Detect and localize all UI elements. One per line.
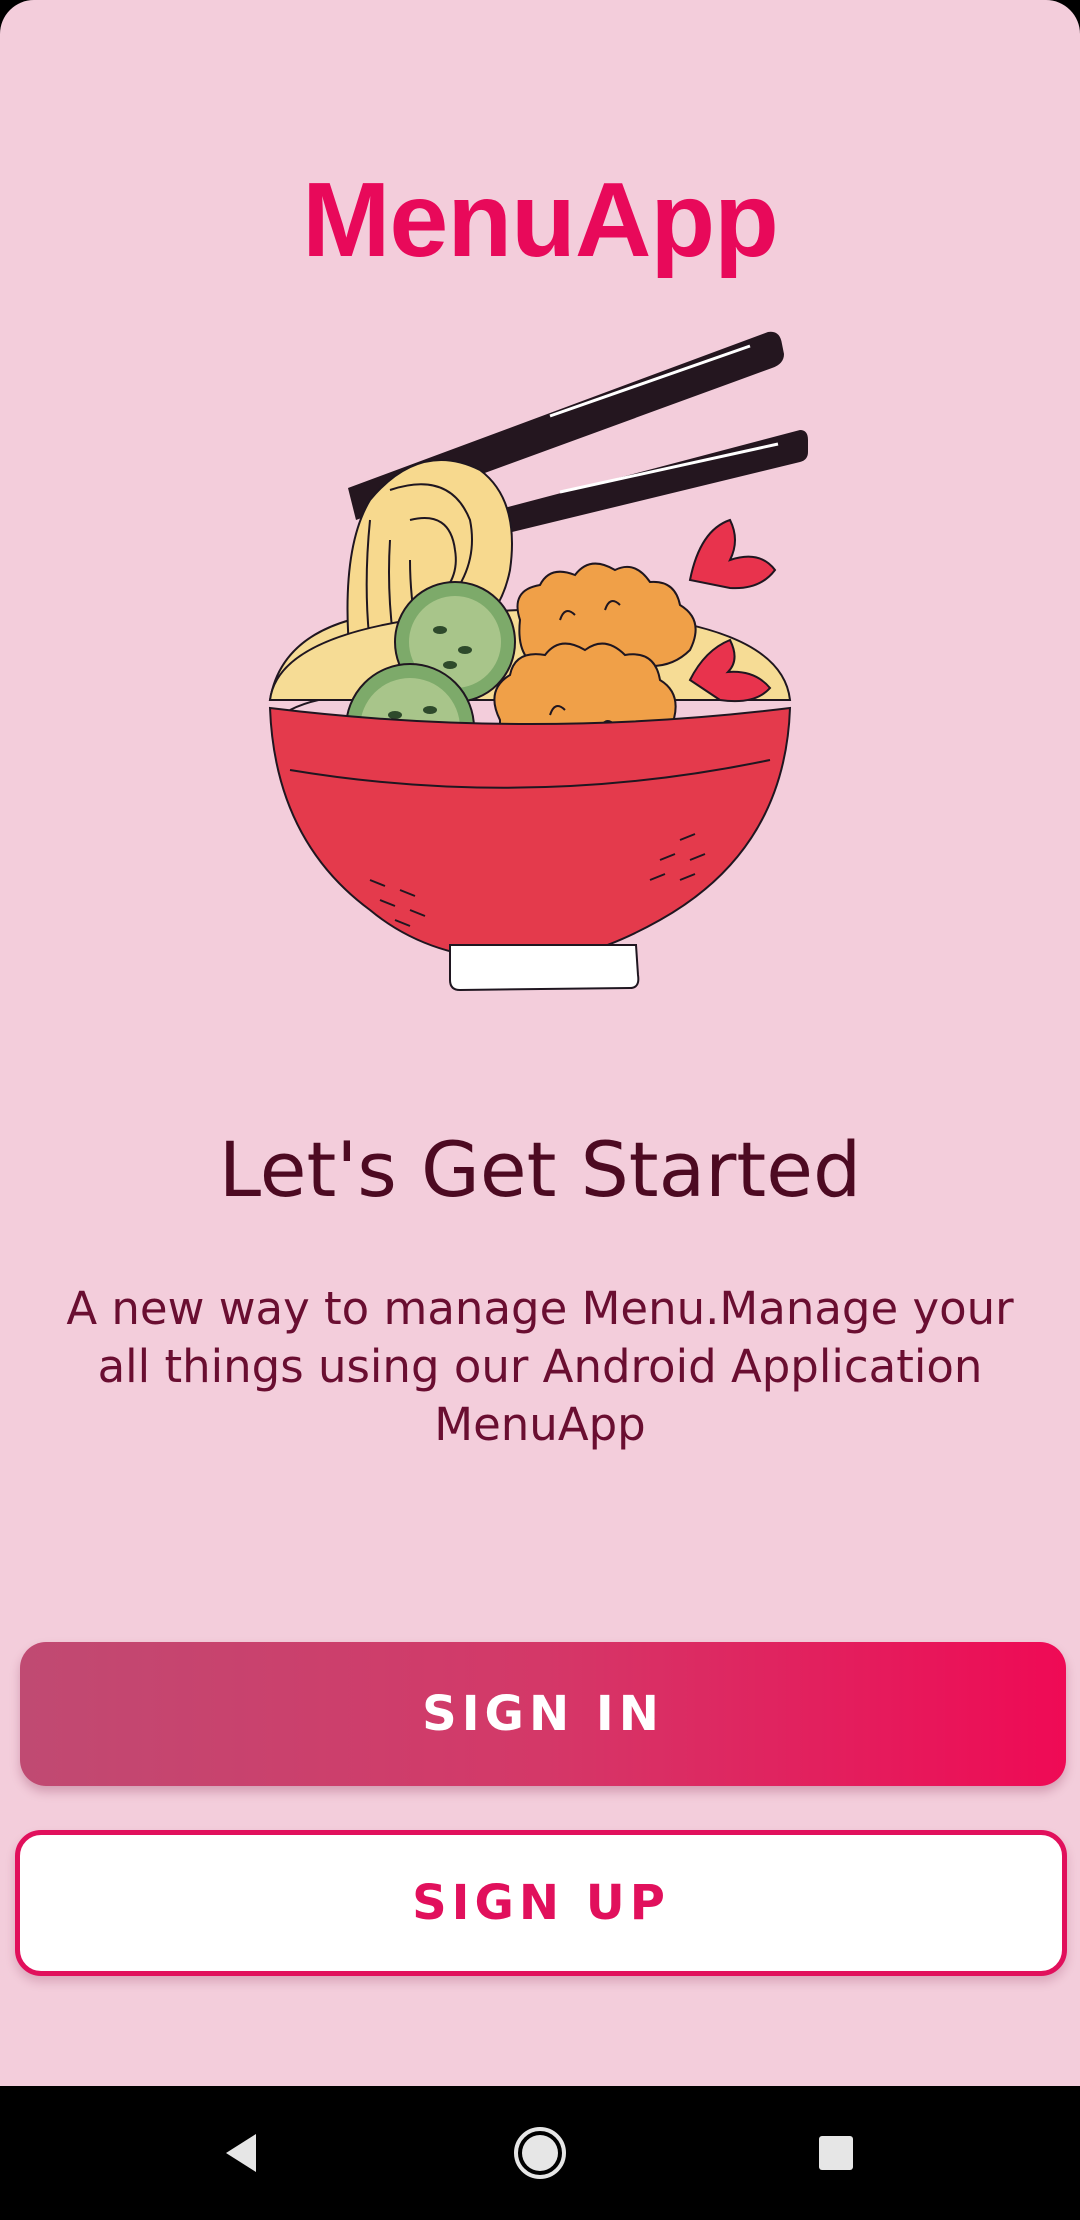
welcome-screen: MenuApp Let's Get Started A new way to m… — [0, 0, 1080, 2086]
system-navigation-bar — [0, 2086, 1080, 2220]
noodle-bowl-illustration — [268, 331, 808, 992]
back-triangle-icon[interactable] — [192, 2106, 292, 2200]
sign-in-button[interactable]: SIGN IN — [20, 1642, 1066, 1786]
recents-square-icon[interactable] — [786, 2106, 886, 2200]
bowl-graphic — [268, 706, 792, 992]
welcome-headline: Let's Get Started — [218, 1125, 862, 1214]
app-title: MenuApp — [302, 161, 779, 279]
welcome-description: A new way to manage Menu.Manage your all… — [66, 1282, 1014, 1451]
sign-up-button[interactable]: SIGN UP — [15, 1830, 1067, 1976]
home-circle-icon[interactable] — [490, 2106, 590, 2200]
